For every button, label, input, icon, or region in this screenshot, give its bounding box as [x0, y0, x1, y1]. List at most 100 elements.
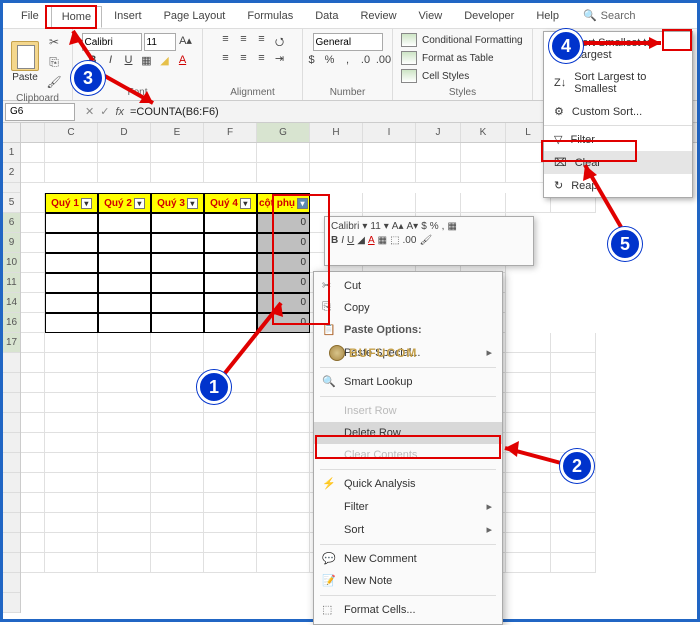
col-header[interactable]: C	[45, 123, 98, 142]
filter-dropdown-icon[interactable]: ▾	[81, 198, 92, 209]
tab-view[interactable]: View	[409, 6, 453, 26]
tab-file[interactable]: File	[11, 6, 49, 26]
ctx-insert-row[interactable]: Insert Row	[314, 400, 502, 422]
align-right-icon[interactable]: ≡	[254, 52, 270, 68]
col-header[interactable]: E	[151, 123, 204, 142]
ctx-new-comment[interactable]: 💬New Comment	[314, 548, 502, 570]
table-cell[interactable]	[151, 253, 204, 273]
mini-decimal-icon[interactable]: .00	[403, 235, 417, 246]
ctx-sort[interactable]: Sort▸	[314, 518, 502, 541]
ctx-new-note[interactable]: 📝New Note	[314, 570, 502, 592]
table-cell[interactable]	[98, 293, 151, 313]
mini-border2-icon[interactable]: ▦	[378, 235, 387, 246]
col-header[interactable]: J	[416, 123, 461, 142]
ctx-cut[interactable]: ✂Cut	[314, 275, 502, 297]
filter-dropdown-icon[interactable]: ▾	[297, 198, 308, 209]
table-cell[interactable]	[204, 213, 257, 233]
selected-cell[interactable]: 0	[257, 233, 310, 253]
table-cell[interactable]	[204, 233, 257, 253]
row-header[interactable]: 17	[3, 333, 20, 353]
table-cell[interactable]	[45, 253, 98, 273]
col-header[interactable]: F	[204, 123, 257, 142]
table-cell[interactable]	[45, 313, 98, 333]
selected-cell[interactable]: 0	[257, 293, 310, 313]
italic-icon[interactable]: I	[103, 54, 119, 70]
table-header[interactable]: cột phụ▾	[257, 193, 310, 213]
ctx-quick-analysis[interactable]: ⚡Quick Analysis	[314, 473, 502, 495]
table-cell[interactable]	[45, 293, 98, 313]
cell-styles[interactable]: Cell Styles	[401, 69, 469, 83]
inc-decimal-icon[interactable]: .0	[358, 54, 374, 70]
format-painter-icon[interactable]: 🖌	[45, 73, 63, 91]
ctx-copy[interactable]: ⎘Copy	[314, 297, 502, 319]
table-cell[interactable]	[45, 233, 98, 253]
select-all-corner[interactable]	[3, 123, 21, 143]
mini-font-name[interactable]: Calibri	[331, 221, 359, 232]
table-cell[interactable]	[151, 233, 204, 253]
mini-percent-icon[interactable]: %	[430, 221, 439, 232]
row-header[interactable]: 16	[3, 313, 20, 333]
table-cell[interactable]	[204, 293, 257, 313]
font-color-icon[interactable]: A	[175, 54, 191, 70]
col-header[interactable]: H	[310, 123, 363, 142]
mini-merge-icon[interactable]: ⬚	[390, 235, 399, 246]
sort-largest[interactable]: Z↓Sort Largest to Smallest	[544, 66, 692, 100]
table-header[interactable]: Quý 4▾	[204, 193, 257, 213]
ctx-clear-contents[interactable]: Clear Contents	[314, 444, 502, 466]
number-format-combo[interactable]	[313, 33, 383, 51]
format-as-table[interactable]: Format as Table	[401, 51, 494, 65]
mini-underline-icon[interactable]: U	[347, 235, 354, 246]
reapply-item[interactable]: ↻Reap	[544, 174, 692, 197]
filter-dropdown-icon[interactable]: ▾	[134, 198, 145, 209]
tab-data[interactable]: Data	[305, 6, 348, 26]
mini-shrink-icon[interactable]: A▾	[407, 221, 419, 232]
mini-painter-icon[interactable]: 🖌	[419, 235, 432, 246]
conditional-formatting[interactable]: Conditional Formatting	[401, 33, 523, 47]
table-cell[interactable]	[151, 293, 204, 313]
tab-review[interactable]: Review	[350, 6, 406, 26]
mini-border-icon[interactable]: ▦	[447, 221, 456, 232]
mini-font-size[interactable]: 11	[370, 221, 380, 232]
paste-button[interactable]: Paste	[11, 41, 39, 83]
search-box[interactable]: 🔍 Search	[583, 9, 636, 22]
table-cell[interactable]	[98, 213, 151, 233]
table-header[interactable]: Quý 2▾	[98, 193, 151, 213]
row-header[interactable]: 5	[3, 193, 20, 213]
table-cell[interactable]	[45, 273, 98, 293]
tab-insert[interactable]: Insert	[104, 6, 152, 26]
filter-item[interactable]: ▽Filter	[544, 128, 692, 151]
fx-icon[interactable]: fx	[115, 106, 124, 118]
border-icon[interactable]: ▦	[139, 54, 155, 70]
table-cell[interactable]	[204, 313, 257, 333]
orientation-icon[interactable]: ⭯	[272, 33, 288, 49]
mini-fontcolor-icon[interactable]: A	[368, 235, 375, 246]
filter-dropdown-icon[interactable]: ▾	[240, 198, 251, 209]
currency-icon[interactable]: $	[304, 54, 320, 70]
selected-cell[interactable]: 0	[257, 313, 310, 333]
copy-icon[interactable]: ⎘	[45, 53, 63, 71]
align-center-icon[interactable]: ≡	[236, 52, 252, 68]
row-header[interactable]: 9	[3, 233, 20, 253]
align-top-icon[interactable]: ≡	[218, 33, 234, 49]
col-header[interactable]	[21, 123, 45, 142]
formula-input[interactable]: =COUNTA(B6:F6)	[130, 106, 219, 118]
table-cell[interactable]	[45, 213, 98, 233]
col-header[interactable]: I	[363, 123, 416, 142]
mini-currency-icon[interactable]: $	[421, 221, 427, 232]
mini-italic-icon[interactable]: I	[341, 235, 344, 246]
increase-font-icon[interactable]: A▴	[178, 34, 194, 50]
table-header[interactable]: Quý 3▾	[151, 193, 204, 213]
align-middle-icon[interactable]: ≡	[236, 33, 252, 49]
fn-accept-icon[interactable]: ✓	[100, 105, 109, 118]
selected-cell[interactable]: 0	[257, 273, 310, 293]
table-cell[interactable]	[98, 313, 151, 333]
ctx-delete-row[interactable]: Delete Row	[314, 422, 502, 444]
col-header[interactable]: D	[98, 123, 151, 142]
row-header[interactable]: 10	[3, 253, 20, 273]
selected-cell[interactable]: 0	[257, 253, 310, 273]
table-cell[interactable]	[98, 253, 151, 273]
clear-item[interactable]: ⌧Clear	[544, 151, 692, 174]
table-cell[interactable]	[151, 213, 204, 233]
selected-cell[interactable]: 0	[257, 213, 310, 233]
fn-cancel-icon[interactable]: ✕	[85, 105, 94, 118]
